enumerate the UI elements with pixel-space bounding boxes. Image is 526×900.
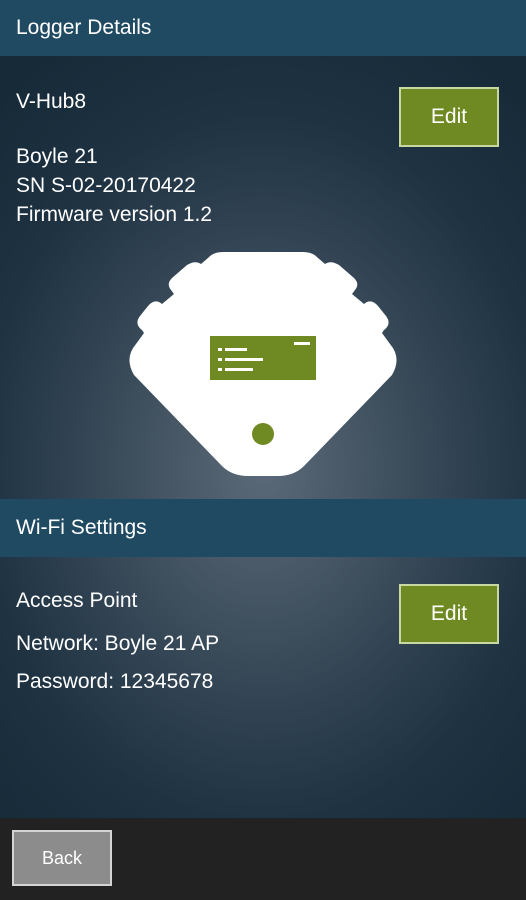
wifi-edit-button[interactable]: Edit <box>399 584 499 644</box>
wifi-settings-title: Wi-Fi Settings <box>16 516 147 539</box>
password-label: Password: 12345678 <box>16 670 214 693</box>
logger-name-label: Boyle 21 <box>16 145 98 168</box>
firmware-version-label: Firmware version 1.2 <box>16 203 213 226</box>
logger-edit-button[interactable]: Edit <box>399 87 499 147</box>
wifi-mode-label: Access Point <box>16 589 138 612</box>
serial-number-label: SN S-02-20170422 <box>16 174 196 197</box>
back-button[interactable]: Back <box>12 830 112 886</box>
v-hub-device-icon <box>129 252 397 476</box>
network-label: Network: Boyle 21 AP <box>16 632 220 655</box>
device-type-label: V-Hub8 <box>16 90 87 113</box>
logger-details-header: Logger Details <box>0 0 526 56</box>
wifi-settings-header: Wi-Fi Settings <box>0 499 526 557</box>
logger-details-title: Logger Details <box>16 16 152 39</box>
bottom-bar: Back <box>0 818 526 900</box>
